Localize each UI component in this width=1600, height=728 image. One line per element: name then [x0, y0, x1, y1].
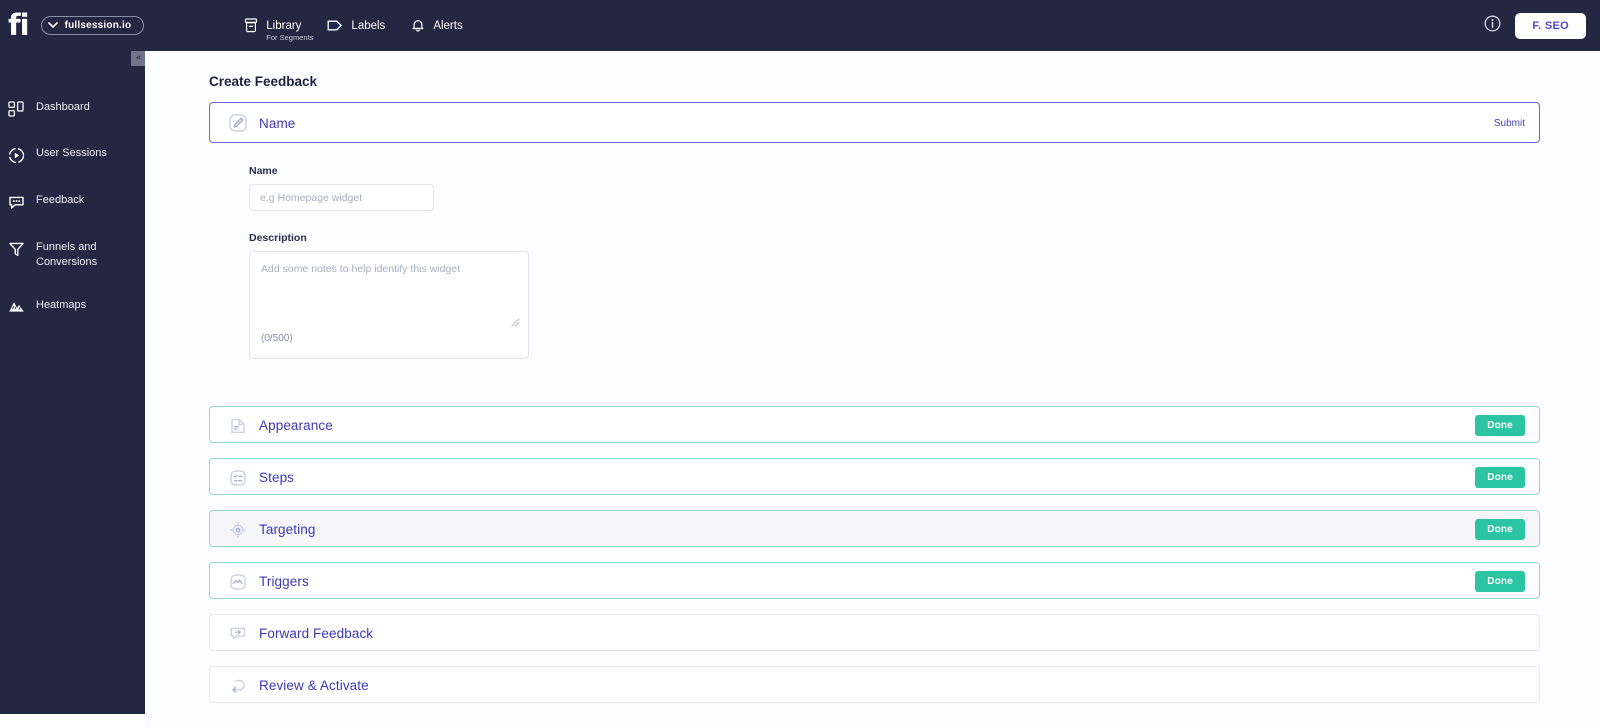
- info-circle-icon[interactable]: [1484, 15, 1501, 37]
- section-card-targeting[interactable]: Targeting Done: [209, 510, 1540, 547]
- sidebar-item-user-sessions[interactable]: User Sessions: [0, 137, 145, 173]
- section-list: Appearance Done Steps Done Targeting Don…: [145, 406, 1600, 703]
- sidebar-item-funnels-and-conversions[interactable]: Funnels and Conversions: [0, 231, 145, 278]
- section-card-forward-feedback[interactable]: Forward Feedback: [209, 614, 1540, 651]
- section-header-appearance[interactable]: Appearance Done: [210, 407, 1539, 444]
- description-input-wrapper[interactable]: (0/500): [249, 251, 529, 359]
- status-badge[interactable]: Done: [1475, 571, 1525, 592]
- section-card-steps[interactable]: Steps Done: [209, 458, 1540, 495]
- section-header-name[interactable]: Name Submit: [210, 103, 1539, 143]
- sidebar-item-label: User Sessions: [36, 147, 107, 159]
- section-card-name[interactable]: Name Submit: [209, 102, 1540, 143]
- top-nav-label: Alerts: [433, 19, 463, 32]
- resize-grip-icon[interactable]: [511, 318, 520, 327]
- top-nav-sublabel: For Segments: [266, 33, 314, 42]
- description-char-counter: (0/500): [261, 333, 293, 344]
- bell-icon: [411, 18, 425, 33]
- app-logo[interactable]: fi: [8, 11, 30, 40]
- name-input[interactable]: [249, 184, 434, 211]
- play-circle-icon: [6, 146, 26, 164]
- section-card-review-and-activate[interactable]: Review & Activate: [209, 666, 1540, 703]
- left-sidebar: Dashboard User Sessions Feedback Funnels…: [0, 51, 145, 714]
- arrow-left-back-icon: [227, 676, 249, 696]
- crosshair-icon: [227, 520, 249, 540]
- chevron-down-icon: [47, 21, 58, 30]
- dashboard-grid-icon: [6, 100, 26, 117]
- document-lines-icon: [227, 416, 249, 436]
- chat-bubble-icon: [6, 193, 26, 211]
- description-textarea[interactable]: [261, 263, 517, 325]
- section-title: Name: [259, 115, 296, 131]
- status-badge[interactable]: Done: [1475, 415, 1525, 436]
- sidebar-item-feedback[interactable]: Feedback: [0, 184, 145, 220]
- forward-chat-icon: [227, 624, 249, 644]
- site-selector[interactable]: fullsession.io: [40, 16, 145, 35]
- section-title: Review & Activate: [259, 678, 369, 693]
- sidebar-item-dashboard[interactable]: Dashboard: [0, 91, 145, 126]
- section-header-targeting[interactable]: Targeting Done: [210, 511, 1539, 548]
- account-button[interactable]: F. SEO: [1515, 12, 1586, 39]
- sidebar-collapse-button[interactable]: «: [131, 51, 146, 66]
- funnel-icon: [6, 240, 26, 258]
- section-header-review-and-activate[interactable]: Review & Activate: [210, 667, 1539, 704]
- sidebar-item-heatmaps[interactable]: Heatmaps: [0, 289, 145, 323]
- section-title: Steps: [259, 470, 295, 485]
- section-title: Triggers: [259, 574, 309, 589]
- top-nav: Library For Segments Labels Alerts: [244, 18, 463, 42]
- section-header-forward-feedback[interactable]: Forward Feedback: [210, 615, 1539, 652]
- section-title: Targeting: [259, 522, 316, 537]
- main-content: Create Feedback Name Submit Name Descrip…: [145, 51, 1600, 728]
- page-title: Create Feedback: [209, 74, 318, 89]
- library-archive-icon: [244, 18, 258, 33]
- sidebar-item-label: Heatmaps: [36, 299, 87, 311]
- status-badge[interactable]: Done: [1475, 467, 1525, 488]
- sidebar-item-label: Funnels and Conversions: [36, 241, 98, 268]
- site-selector-value: fullsession.io: [64, 20, 132, 31]
- activity-pulse-icon: [227, 572, 249, 592]
- top-header-bar: fi fullsession.io Library For Segments L…: [0, 0, 1600, 51]
- top-nav-item-library[interactable]: Library For Segments: [244, 18, 313, 42]
- heatmap-mountain-icon: [6, 298, 26, 314]
- status-badge[interactable]: Done: [1475, 519, 1525, 540]
- edit-pencil-square-icon: [227, 113, 249, 133]
- top-nav-label: Labels: [351, 19, 386, 32]
- sidebar-item-label: Dashboard: [36, 101, 90, 113]
- top-right-actions: F. SEO: [1484, 0, 1586, 51]
- section-header-triggers[interactable]: Triggers Done: [210, 563, 1539, 600]
- section-header-steps[interactable]: Steps Done: [210, 459, 1539, 496]
- section-title: Forward Feedback: [259, 626, 374, 641]
- checklist-icon: [227, 468, 249, 488]
- top-nav-item-labels[interactable]: Labels: [327, 19, 385, 32]
- top-nav-item-alerts[interactable]: Alerts: [411, 18, 463, 33]
- description-field-label: Description: [249, 232, 307, 244]
- name-section-body: Name Description (0/500): [209, 143, 1540, 359]
- section-card-triggers[interactable]: Triggers Done: [209, 562, 1540, 599]
- section-title: Appearance: [259, 418, 333, 433]
- submit-button[interactable]: Submit: [1494, 118, 1525, 129]
- tag-icon: [327, 19, 343, 32]
- section-card-appearance[interactable]: Appearance Done: [209, 406, 1540, 443]
- sidebar-item-label: Feedback: [36, 194, 85, 206]
- top-nav-label: Library: [266, 19, 302, 32]
- name-field-label: Name: [249, 165, 278, 177]
